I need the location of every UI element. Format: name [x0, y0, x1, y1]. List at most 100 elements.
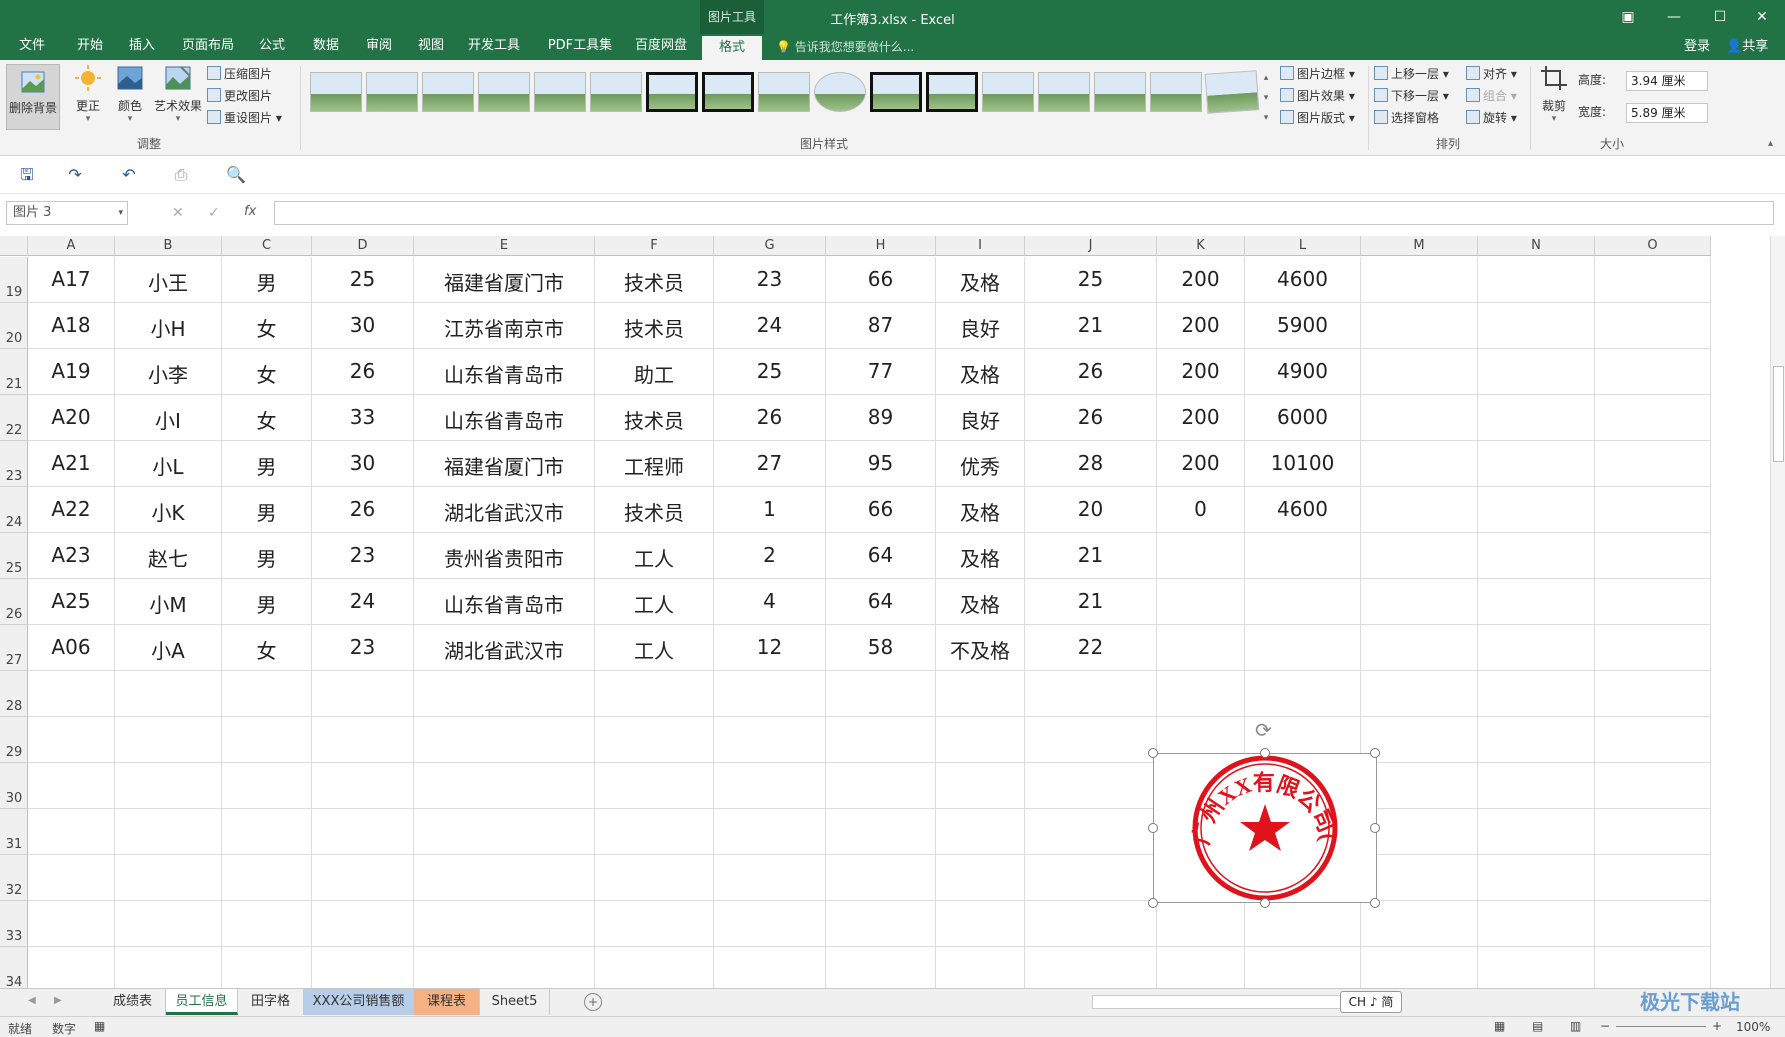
- table-cell[interactable]: A25: [28, 579, 115, 625]
- picture-style-6[interactable]: [590, 72, 642, 112]
- table-cell[interactable]: [312, 671, 414, 717]
- table-cell[interactable]: 工人: [595, 533, 714, 579]
- table-cell[interactable]: 赵七: [115, 533, 222, 579]
- table-cell[interactable]: [222, 671, 312, 717]
- column-header[interactable]: N: [1478, 236, 1595, 256]
- table-cell[interactable]: [1245, 901, 1361, 947]
- picture-style-8[interactable]: [702, 72, 754, 112]
- table-cell[interactable]: [714, 947, 826, 988]
- table-cell[interactable]: [1361, 257, 1478, 303]
- table-cell[interactable]: [1245, 947, 1361, 988]
- table-cell[interactable]: 95: [826, 441, 936, 487]
- table-cell[interactable]: 及格: [936, 349, 1025, 395]
- table-cell[interactable]: [1025, 717, 1157, 763]
- color-button[interactable]: 颜色 ▾: [110, 64, 150, 124]
- name-box[interactable]: 图片 3 ▾: [6, 201, 128, 225]
- table-cell[interactable]: [1361, 349, 1478, 395]
- table-cell[interactable]: 男: [222, 579, 312, 625]
- table-cell[interactable]: [115, 763, 222, 809]
- sheet-tab[interactable]: 课程表: [414, 989, 480, 1015]
- table-cell[interactable]: [1361, 855, 1478, 901]
- table-cell[interactable]: [595, 717, 714, 763]
- table-cell[interactable]: [1361, 487, 1478, 533]
- table-cell[interactable]: 26: [714, 395, 826, 441]
- tab-view[interactable]: 视图: [407, 34, 455, 60]
- table-cell[interactable]: [28, 901, 115, 947]
- table-cell[interactable]: [595, 763, 714, 809]
- row-header[interactable]: 28: [0, 671, 28, 717]
- table-cell[interactable]: [1157, 625, 1245, 671]
- table-cell[interactable]: [1478, 441, 1595, 487]
- table-cell[interactable]: [1595, 625, 1711, 671]
- resize-handle[interactable]: [1370, 823, 1380, 833]
- zoom-in-icon[interactable]: +: [1712, 1019, 1722, 1033]
- sheet-tab[interactable]: XXX公司销售额: [304, 989, 414, 1015]
- table-cell[interactable]: 200: [1157, 441, 1245, 487]
- redo-icon[interactable]: ↷: [66, 166, 84, 184]
- save-icon[interactable]: 🖫: [18, 166, 36, 184]
- table-cell[interactable]: [414, 671, 595, 717]
- table-cell[interactable]: 24: [312, 579, 414, 625]
- column-header[interactable]: G: [714, 236, 826, 256]
- table-cell[interactable]: 21: [1025, 579, 1157, 625]
- table-cell[interactable]: 4600: [1245, 257, 1361, 303]
- table-cell[interactable]: 30: [312, 303, 414, 349]
- vertical-scrollbar[interactable]: [1770, 236, 1785, 988]
- table-cell[interactable]: [1595, 671, 1711, 717]
- table-cell[interactable]: 26: [1025, 349, 1157, 395]
- table-cell[interactable]: 21: [1025, 303, 1157, 349]
- table-cell[interactable]: [28, 717, 115, 763]
- table-cell[interactable]: [115, 901, 222, 947]
- close-icon[interactable]: ✕: [1739, 0, 1785, 34]
- table-cell[interactable]: 0: [1157, 487, 1245, 533]
- table-cell[interactable]: [222, 809, 312, 855]
- scroll-right-icon[interactable]: ▶: [54, 995, 62, 1006]
- table-cell[interactable]: [1478, 671, 1595, 717]
- table-cell[interactable]: [1595, 257, 1711, 303]
- table-cell[interactable]: [222, 901, 312, 947]
- undo-icon[interactable]: ↶: [120, 166, 138, 184]
- table-cell[interactable]: [595, 855, 714, 901]
- table-cell[interactable]: 1: [714, 487, 826, 533]
- table-cell[interactable]: [312, 763, 414, 809]
- resize-handle[interactable]: [1260, 898, 1270, 908]
- table-cell[interactable]: A06: [28, 625, 115, 671]
- table-cell[interactable]: [1595, 717, 1711, 763]
- table-cell[interactable]: [1025, 901, 1157, 947]
- table-cell[interactable]: [936, 763, 1025, 809]
- scroll-left-icon[interactable]: ◀: [28, 995, 36, 1006]
- sheet-tab[interactable]: 成绩表: [100, 989, 166, 1015]
- table-cell[interactable]: 89: [826, 395, 936, 441]
- table-cell[interactable]: 5900: [1245, 303, 1361, 349]
- table-cell[interactable]: [1361, 303, 1478, 349]
- table-cell[interactable]: [1595, 349, 1711, 395]
- table-cell[interactable]: 10100: [1245, 441, 1361, 487]
- table-cell[interactable]: 24: [714, 303, 826, 349]
- corrections-button[interactable]: 更正 ▾: [68, 64, 108, 124]
- row-header[interactable]: 25: [0, 533, 28, 579]
- table-cell[interactable]: 200: [1157, 395, 1245, 441]
- table-cell[interactable]: 87: [826, 303, 936, 349]
- table-cell[interactable]: [1595, 579, 1711, 625]
- picture-layout-button[interactable]: 图片版式 ▾: [1280, 108, 1355, 128]
- table-cell[interactable]: 女: [222, 625, 312, 671]
- table-cell[interactable]: [1157, 901, 1245, 947]
- table-cell[interactable]: [826, 717, 936, 763]
- table-cell[interactable]: 江苏省南京市: [414, 303, 595, 349]
- rotate-handle-icon[interactable]: ⟳: [1255, 718, 1272, 742]
- table-cell[interactable]: 男: [222, 257, 312, 303]
- table-cell[interactable]: 26: [312, 349, 414, 395]
- table-cell[interactable]: 小A: [115, 625, 222, 671]
- column-header[interactable]: F: [595, 236, 714, 256]
- table-cell[interactable]: [826, 947, 936, 988]
- picture-style-13[interactable]: [982, 72, 1034, 112]
- row-header[interactable]: 29: [0, 717, 28, 763]
- table-cell[interactable]: [1595, 901, 1711, 947]
- bring-forward-button[interactable]: 上移一层 ▾: [1374, 64, 1449, 84]
- macro-record-icon[interactable]: ▦: [94, 1019, 105, 1033]
- table-cell[interactable]: [826, 901, 936, 947]
- picture-style-1[interactable]: [310, 72, 362, 112]
- table-cell[interactable]: [414, 717, 595, 763]
- table-cell[interactable]: [1025, 763, 1157, 809]
- table-cell[interactable]: [1157, 533, 1245, 579]
